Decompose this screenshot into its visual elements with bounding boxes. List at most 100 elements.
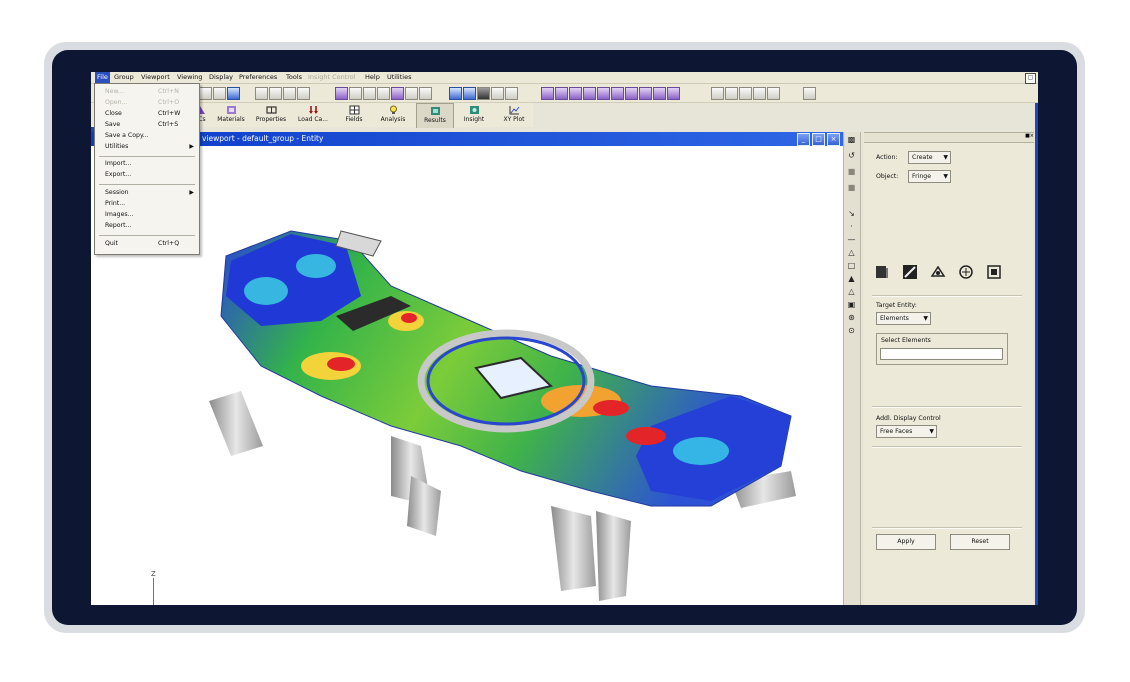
front-view-icon[interactable] [541, 87, 554, 100]
plot-erase-icon[interactable] [739, 87, 752, 100]
tab-materials[interactable]: Materials [213, 103, 249, 127]
iso3-view-icon[interactable] [653, 87, 666, 100]
file-menu-images[interactable]: Images... [105, 211, 134, 218]
fringe-attributes-icon[interactable] [874, 264, 890, 280]
zoom-box-icon[interactable] [391, 87, 404, 100]
separator [872, 406, 1022, 408]
zoom-in-icon[interactable] [405, 87, 418, 100]
redo-icon[interactable] [269, 87, 282, 100]
pick-point-icon[interactable]: · [847, 222, 856, 231]
file-menu-print[interactable]: Print... [105, 200, 125, 207]
left-view-icon[interactable] [597, 87, 610, 100]
tab-load-cases[interactable]: Load Ca... [293, 103, 333, 127]
menu-preferences[interactable]: Preferences [237, 72, 279, 83]
target-entity-dropdown[interactable]: Elements ▼ [876, 312, 931, 325]
script-icon[interactable] [227, 87, 240, 100]
file-menu-export[interactable]: Export... [105, 171, 131, 178]
display-options-icon[interactable] [505, 87, 518, 100]
maximize-icon[interactable]: □ [812, 133, 825, 146]
shaded-icon[interactable] [477, 87, 490, 100]
deform-icon[interactable] [930, 264, 946, 280]
pick-tri-icon[interactable]: △ [847, 248, 856, 257]
tab-fields[interactable]: Fields [339, 103, 369, 127]
file-menu-session[interactable]: Session [105, 189, 129, 196]
display-control-icon[interactable] [986, 264, 1002, 280]
tab-insight[interactable]: Insight [456, 103, 492, 127]
apply-button[interactable]: Apply [876, 534, 936, 550]
entity-color-icon[interactable] [767, 87, 780, 100]
reset-graphics-icon[interactable] [297, 87, 310, 100]
pick-line-icon[interactable]: — [847, 235, 856, 244]
object-dropdown[interactable]: Fringe ▼ [908, 170, 951, 183]
tab-xy-plot[interactable]: XY Plot [497, 103, 531, 127]
pick-hex-icon[interactable]: ▣ [847, 300, 856, 309]
pick-quad-icon[interactable]: □ [847, 261, 856, 270]
file-menu-report[interactable]: Report... [105, 222, 131, 229]
graphics-viewport[interactable]: Z [91, 146, 843, 605]
pick-arrow-icon[interactable]: ↘ [847, 209, 856, 218]
menu-file[interactable]: File [95, 72, 110, 83]
panel-close-icon[interactable]: ■× [1025, 133, 1034, 139]
draw-icon[interactable] [213, 87, 226, 100]
close-icon[interactable]: × [827, 133, 840, 146]
top-view-icon[interactable] [569, 87, 582, 100]
support-leg [551, 506, 596, 591]
panel-toggle-icon[interactable]: ■ [847, 167, 856, 176]
minimize-icon[interactable]: _ [797, 133, 810, 146]
rear-view-icon[interactable] [555, 87, 568, 100]
tab-results[interactable]: Results [416, 103, 454, 128]
show-labels-icon[interactable] [711, 87, 724, 100]
panel-toggle-icon[interactable]: ■ [847, 183, 856, 192]
zoom-out-icon[interactable] [419, 87, 432, 100]
refresh-icon[interactable] [283, 87, 296, 100]
file-menu-quit[interactable]: Quit [105, 240, 118, 247]
restore-icon[interactable]: ▢ [1025, 73, 1036, 84]
file-menu-close[interactable]: Close [105, 110, 122, 117]
fringe-plot-icon[interactable] [902, 264, 918, 280]
bottom-view-icon[interactable] [583, 87, 596, 100]
rotate-icon[interactable] [363, 87, 376, 100]
file-menu-save[interactable]: Save [105, 121, 120, 128]
tab-properties[interactable]: Properties [251, 103, 291, 127]
smooth-shaded-icon[interactable] [491, 87, 504, 100]
node-size-icon[interactable] [753, 87, 766, 100]
undo-icon[interactable] [255, 87, 268, 100]
iso4-view-icon[interactable] [667, 87, 680, 100]
pick-all-icon[interactable]: ⊛ [847, 313, 856, 322]
file-menu-open[interactable]: Open... [105, 99, 127, 106]
hide-labels-icon[interactable] [725, 87, 738, 100]
file-menu-save-a-copy[interactable]: Save a Copy... [105, 132, 149, 139]
file-menu-utilities[interactable]: Utilities [105, 143, 128, 150]
animate-icon[interactable] [958, 264, 974, 280]
layers-icon[interactable]: ▩ [847, 135, 856, 144]
addl-display-dropdown[interactable]: Free Faces ▼ [876, 425, 937, 438]
menu-utilities[interactable]: Utilities [385, 72, 413, 83]
pick-group-icon[interactable]: ⊙ [847, 326, 856, 335]
copy-icon[interactable] [199, 87, 212, 100]
pick-wedge-icon[interactable]: △ [847, 287, 856, 296]
menu-viewport[interactable]: Viewport [139, 72, 172, 83]
reset-button[interactable]: Reset [950, 534, 1010, 550]
iso2-view-icon[interactable] [639, 87, 652, 100]
action-dropdown[interactable]: Create ▼ [908, 151, 951, 164]
menu-insight-control[interactable]: Insight Control [306, 72, 358, 83]
menu-viewing[interactable]: Viewing [175, 72, 204, 83]
iso1-view-icon[interactable] [625, 87, 638, 100]
file-menu-import[interactable]: Import... [105, 160, 131, 167]
fit-view-icon[interactable] [377, 87, 390, 100]
right-view-icon[interactable] [611, 87, 624, 100]
tab-analysis[interactable]: Analysis [376, 103, 410, 127]
rotate-view-icon[interactable]: ↺ [847, 151, 856, 160]
hidden-line-icon[interactable] [463, 87, 476, 100]
menu-group[interactable]: Group [112, 72, 136, 83]
menu-tools[interactable]: Tools [284, 72, 304, 83]
menu-help[interactable]: Help [363, 72, 382, 83]
select-elements-input[interactable] [880, 348, 1003, 360]
view-cube-icon[interactable] [335, 87, 348, 100]
wireframe-icon[interactable] [449, 87, 462, 100]
pick-tet-icon[interactable]: ▲ [847, 274, 856, 283]
pan-icon[interactable] [349, 87, 362, 100]
menu-display[interactable]: Display [207, 72, 235, 83]
home-icon[interactable] [803, 87, 816, 100]
file-menu-new[interactable]: New... [105, 88, 124, 95]
